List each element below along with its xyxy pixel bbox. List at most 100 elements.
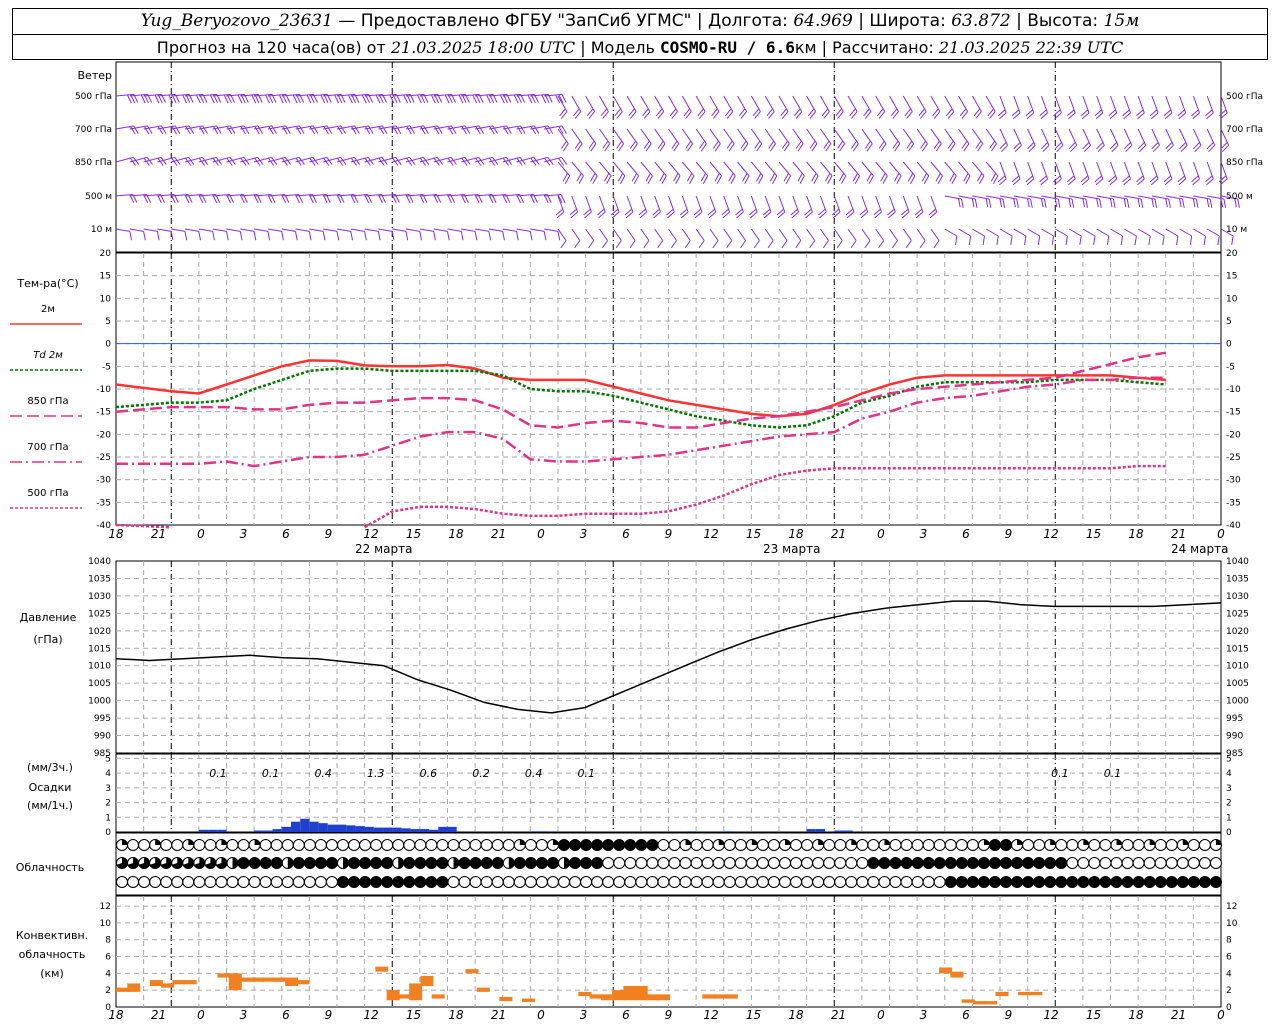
cloud-circle bbox=[569, 839, 582, 851]
hour-label-lower: 0 bbox=[877, 1008, 885, 1022]
cloud-circle bbox=[845, 857, 858, 869]
wind-barb bbox=[847, 161, 861, 184]
y-tick-left: 1035 bbox=[88, 574, 111, 584]
y-tick-left: 8 bbox=[105, 936, 111, 946]
precip-bar bbox=[208, 829, 218, 832]
wind-barb bbox=[790, 195, 800, 219]
hour-label-upper: 0 bbox=[197, 527, 205, 541]
cloud-circle bbox=[1022, 857, 1035, 869]
cloud-fill-sector bbox=[1116, 839, 1122, 845]
cloud-circle bbox=[624, 839, 637, 851]
wind-title: Ветер bbox=[78, 69, 112, 82]
cloud-circle bbox=[1033, 857, 1046, 869]
cloud-circle bbox=[977, 876, 990, 888]
wind-barb bbox=[226, 156, 250, 166]
conv-title-3: (км) bbox=[40, 967, 64, 980]
wind-barb bbox=[502, 228, 519, 241]
cloud-circle bbox=[447, 839, 460, 851]
wind-barb bbox=[433, 228, 450, 241]
cloud-circle bbox=[867, 857, 880, 869]
wind-level-left: 10 м bbox=[91, 225, 112, 235]
cloud-fill-sector bbox=[718, 839, 725, 845]
cloud-circle bbox=[911, 839, 924, 851]
cloud-circle bbox=[436, 857, 449, 869]
y-tick-left: -15 bbox=[96, 408, 111, 418]
wind-barb bbox=[668, 128, 680, 152]
wind-barb bbox=[861, 95, 872, 119]
wind-barb bbox=[364, 156, 388, 166]
precip-bar bbox=[806, 829, 816, 832]
cloud-circle bbox=[1000, 876, 1012, 888]
wind-barb bbox=[212, 228, 229, 241]
cloud-circle bbox=[491, 876, 504, 888]
cloud-circle bbox=[1011, 876, 1024, 888]
wind-barb bbox=[820, 228, 829, 249]
conv-bar bbox=[995, 991, 1009, 997]
cloud-circle bbox=[1088, 876, 1101, 888]
cloud-circle bbox=[701, 876, 714, 888]
cloud-circle bbox=[524, 857, 537, 869]
cloud-circle bbox=[1088, 857, 1101, 869]
cloud-circle bbox=[812, 876, 825, 888]
wind-barb bbox=[364, 228, 381, 241]
wind-barb bbox=[709, 95, 720, 119]
wind-barb bbox=[1163, 161, 1173, 186]
y-tick-right: 20 bbox=[1226, 249, 1238, 259]
cloud-circle bbox=[524, 839, 537, 851]
y-tick-right: 1005 bbox=[1226, 679, 1249, 689]
wind-barb bbox=[419, 156, 444, 166]
cloud-circle bbox=[668, 839, 681, 851]
wind-barb bbox=[1136, 161, 1145, 186]
wind-barb bbox=[1096, 128, 1105, 153]
y-tick-left: 1005 bbox=[88, 679, 111, 689]
wind-barb bbox=[1080, 161, 1090, 186]
wind-barb bbox=[750, 128, 763, 152]
wind-barb bbox=[1151, 228, 1165, 245]
wind-barb bbox=[944, 95, 955, 119]
wind-barb bbox=[1151, 128, 1160, 153]
wind-barb bbox=[750, 95, 761, 119]
cloud-circle bbox=[1154, 839, 1167, 851]
wind-barb bbox=[1055, 228, 1068, 245]
y-tick-left: -20 bbox=[96, 430, 111, 440]
y-tick-left: 0 bbox=[105, 1003, 111, 1013]
cloud-circle bbox=[745, 876, 758, 888]
y-tick-left: 5 bbox=[105, 317, 111, 327]
cloud-fill-sector bbox=[453, 857, 460, 869]
wind-barb bbox=[1094, 95, 1104, 120]
cloud-circle bbox=[458, 839, 471, 851]
precip-bar bbox=[843, 830, 853, 832]
wind-barb bbox=[889, 161, 902, 184]
wind-barb bbox=[281, 156, 305, 166]
wind-barb bbox=[930, 95, 941, 119]
wind-barb bbox=[640, 95, 651, 119]
cloud-circle bbox=[624, 857, 637, 869]
y-tick-right: 2 bbox=[1226, 986, 1232, 996]
conv-bar bbox=[589, 994, 603, 999]
wind-barb bbox=[1011, 161, 1021, 186]
cloud-circle bbox=[1176, 857, 1189, 869]
hour-label-lower: 21 bbox=[1171, 1008, 1186, 1022]
wind-barb bbox=[986, 195, 1006, 208]
y-tick-right: 1020 bbox=[1226, 627, 1249, 637]
cloud-circle bbox=[171, 876, 184, 888]
wind-barb bbox=[889, 128, 901, 152]
cloud-circle bbox=[314, 857, 327, 869]
conv-bar bbox=[476, 987, 490, 992]
hour-label-upper: 21 bbox=[491, 527, 506, 541]
wind-barb bbox=[1191, 95, 1200, 120]
cloud-circle bbox=[1033, 876, 1046, 888]
wind-barb bbox=[571, 95, 582, 119]
wind-barb bbox=[764, 128, 776, 152]
cloud-circle bbox=[226, 876, 239, 888]
cloud-circle bbox=[878, 876, 891, 888]
wind-barb bbox=[115, 156, 140, 166]
wind-barb bbox=[502, 156, 526, 166]
precip-title-3: (мм/1ч.) bbox=[27, 799, 73, 812]
wind-barb bbox=[350, 156, 374, 166]
wind-barb bbox=[447, 228, 464, 241]
y-tick-right: 0 bbox=[1226, 828, 1232, 838]
cloud-circle bbox=[1143, 857, 1156, 869]
y-tick-left: 10 bbox=[100, 919, 112, 929]
wind-barb bbox=[1192, 128, 1202, 153]
